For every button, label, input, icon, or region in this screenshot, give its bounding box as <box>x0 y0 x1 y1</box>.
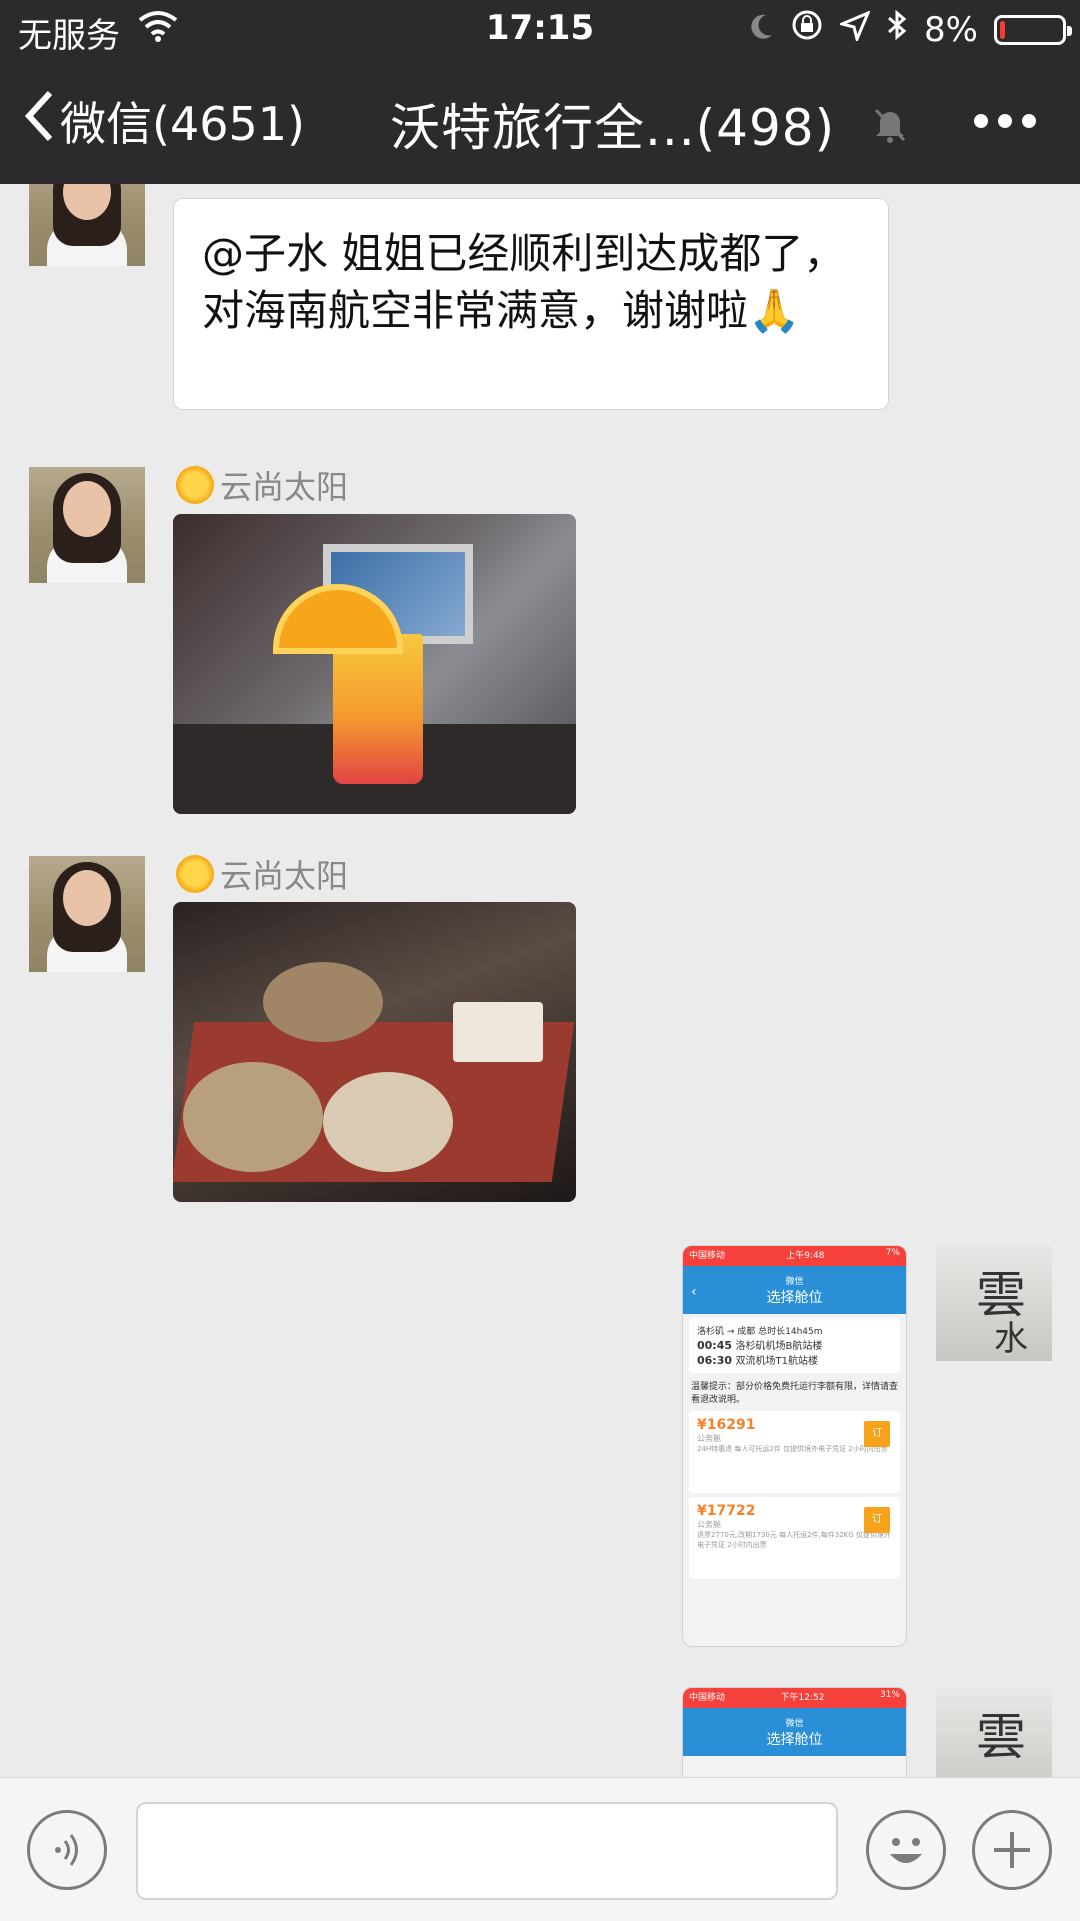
plus-icon <box>994 1832 1030 1868</box>
sun-emoji-icon <box>176 466 214 504</box>
message-bubble[interactable]: @子水 姐姐已经顺利到达成都了，对海南航空非常满意，谢谢啦🙏 <box>173 198 889 410</box>
sun-emoji-icon <box>176 855 214 893</box>
message-input[interactable] <box>136 1802 838 1900</box>
my-avatar[interactable]: 雲 <box>936 1687 1052 1777</box>
bluetooth-icon <box>886 9 908 50</box>
battery-percent: 8% <box>924 9 978 50</box>
rotation-lock-icon <box>790 8 824 51</box>
chat-title: 沃特旅行全...(498) <box>390 99 836 157</box>
battery-icon <box>994 14 1072 45</box>
emoji-button[interactable] <box>866 1810 946 1890</box>
meal-photo[interactable] <box>173 902 576 1202</box>
nav-bar: 微信(4651) 沃特旅行全...(498) <box>0 60 1080 184</box>
moon-icon <box>748 10 774 50</box>
voice-button[interactable] <box>27 1810 107 1890</box>
flight-booking-screenshot[interactable]: 中国移动 下午12:52 31% 微信 选择舱位 <box>682 1687 907 1777</box>
drink-photo[interactable] <box>173 514 576 814</box>
more-button[interactable] <box>974 114 1036 128</box>
chevron-left-icon <box>24 89 54 154</box>
avatar[interactable] <box>29 184 145 266</box>
status-bar: 无服务 17:15 8% <box>0 0 1080 60</box>
smiley-icon <box>890 1838 922 1863</box>
back-button[interactable]: 微信(4651) <box>24 88 305 154</box>
my-avatar[interactable]: 雲水 <box>936 1245 1052 1361</box>
voice-icon <box>55 1834 78 1866</box>
avatar[interactable] <box>29 856 145 972</box>
input-bar <box>0 1777 1080 1921</box>
add-button[interactable] <box>972 1810 1052 1890</box>
chat-area[interactable]: @子水 姐姐已经顺利到达成都了，对海南航空非常满意，谢谢啦🙏 云尚太阳 云尚太阳… <box>0 184 1080 1777</box>
mute-bell-icon <box>872 106 912 146</box>
avatar[interactable] <box>29 467 145 583</box>
flight-booking-screenshot[interactable]: 中国移动 上午9:48 7% 微信 选择舱位 ‹ 洛杉矶 → 成都 总时长14h45… <box>682 1245 907 1647</box>
location-icon <box>837 9 871 50</box>
back-label: 微信(4651) <box>60 97 305 151</box>
sender-name: 云尚太阳 <box>176 851 348 897</box>
sender-name: 云尚太阳 <box>176 462 348 508</box>
